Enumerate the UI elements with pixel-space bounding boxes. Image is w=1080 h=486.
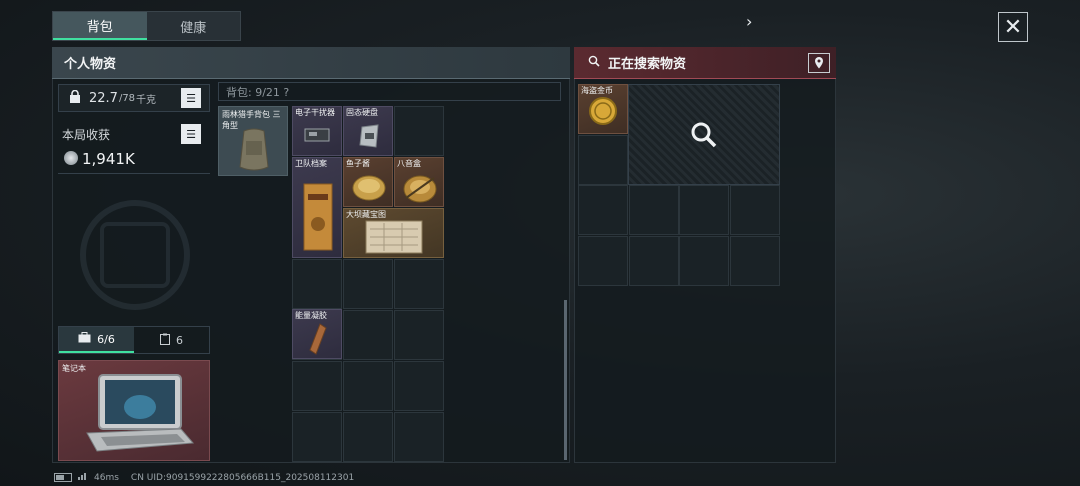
personal-supplies-title: 个人物资 bbox=[52, 47, 570, 79]
inventory-cell[interactable] bbox=[292, 412, 342, 462]
search-cell[interactable] bbox=[679, 235, 729, 286]
item-guard-file[interactable]: 卫队档案 bbox=[292, 157, 342, 258]
weight-list-icon[interactable]: ☰ bbox=[181, 88, 201, 108]
item-ssd[interactable]: 固态硬盘 bbox=[343, 106, 393, 156]
inventory-cell[interactable] bbox=[343, 412, 393, 462]
inventory-cell[interactable] bbox=[292, 361, 342, 411]
search-cell[interactable] bbox=[578, 185, 628, 235]
search-panel-title: 正在搜索物资 bbox=[608, 57, 687, 72]
search-cell[interactable] bbox=[729, 185, 780, 235]
search-cell[interactable] bbox=[729, 235, 780, 286]
backpack-capacity: 背包: 9/21 ? bbox=[218, 82, 561, 101]
backpack-scrollbar[interactable] bbox=[564, 300, 567, 460]
location-pin-icon[interactable] bbox=[808, 53, 830, 73]
signal-icon bbox=[78, 472, 88, 483]
status-bar: 46ms CN UID:9091599222805666B115_2025081… bbox=[54, 472, 354, 483]
backpack-equipped-slot[interactable]: 雨林猎手背包 三角型 bbox=[218, 106, 288, 176]
item-pirate-gold-coin[interactable]: 海盗金币 bbox=[578, 84, 628, 134]
search-cell[interactable] bbox=[628, 235, 679, 286]
item-energy-gel[interactable]: 能量凝胶 bbox=[292, 309, 342, 359]
battery-icon bbox=[54, 473, 72, 482]
inventory-cell[interactable] bbox=[343, 259, 393, 309]
uid-text: CN UID:9091599222805666B115_202508112301 bbox=[130, 472, 355, 483]
ping-value: 46ms bbox=[94, 472, 119, 483]
inventory-cell[interactable] bbox=[343, 361, 393, 411]
inventory-cell[interactable] bbox=[343, 310, 393, 360]
search-cell[interactable] bbox=[578, 235, 628, 286]
backpack-image bbox=[239, 128, 269, 171]
item-label: 大坝藏宝图 bbox=[346, 210, 386, 219]
close-button[interactable]: ✕ bbox=[998, 12, 1028, 42]
income-label: 本局收获 bbox=[62, 128, 111, 142]
weight-current: 22.7 bbox=[89, 90, 118, 106]
item-dam-treasure-map[interactable]: 大坝藏宝图 bbox=[343, 208, 444, 258]
guard-file-image bbox=[303, 183, 333, 251]
item-label: 卫队档案 bbox=[295, 159, 327, 168]
income-value: 1,941K bbox=[82, 150, 135, 168]
inventory-cell[interactable] bbox=[394, 310, 444, 360]
caviar-image bbox=[352, 175, 386, 201]
magnifier-icon bbox=[691, 122, 717, 147]
laptop-slot[interactable]: 笔记本 bbox=[58, 360, 210, 461]
music-box-image bbox=[403, 175, 437, 203]
search-cell[interactable] bbox=[679, 185, 729, 235]
emblem-inner bbox=[100, 222, 170, 288]
currency-icon bbox=[64, 151, 78, 165]
inventory-cell[interactable] bbox=[394, 361, 444, 411]
briefcase-icon bbox=[78, 332, 91, 346]
chevron-right-icon[interactable]: › bbox=[746, 12, 752, 31]
tab-clipboard[interactable]: 6 bbox=[134, 327, 209, 353]
searching-slot bbox=[628, 84, 780, 185]
income-list-icon[interactable]: ☰ bbox=[181, 124, 201, 144]
laptop-image bbox=[86, 374, 195, 452]
tab-health[interactable]: 健康 bbox=[147, 12, 241, 40]
search-icon bbox=[588, 55, 600, 71]
search-container-grid: 海盗金币 bbox=[578, 84, 780, 286]
clipboard-icon bbox=[160, 333, 170, 348]
clipboard-count: 6 bbox=[176, 333, 183, 347]
item-label: 电子干扰器 bbox=[295, 108, 335, 117]
top-tab-bar: 背包 健康 bbox=[52, 11, 241, 41]
ssd-image bbox=[359, 124, 379, 148]
inventory-cell[interactable] bbox=[394, 412, 444, 462]
case-count: 6/6 bbox=[97, 332, 115, 346]
item-music-box[interactable]: 八音盒 bbox=[394, 157, 444, 207]
lock-icon bbox=[69, 89, 81, 107]
item-label: 固态硬盘 bbox=[346, 108, 378, 117]
energy-gel-image bbox=[309, 323, 327, 355]
jammer-image bbox=[304, 128, 330, 142]
treasure-map-image bbox=[365, 220, 423, 254]
tab-case[interactable]: 6/6 bbox=[59, 327, 134, 353]
secure-container-tabs: 6/6 6 bbox=[58, 326, 210, 354]
search-panel-header: 正在搜索物资 bbox=[574, 47, 836, 79]
weight-max: /78 bbox=[118, 92, 136, 104]
search-cell[interactable] bbox=[628, 185, 679, 235]
item-label: 八音盒 bbox=[397, 159, 421, 168]
inventory-cell[interactable] bbox=[292, 259, 342, 309]
inventory-cell[interactable] bbox=[394, 259, 444, 309]
search-cell[interactable] bbox=[578, 134, 628, 185]
item-label: 海盗金币 bbox=[581, 86, 613, 95]
item-electronic-jammer[interactable]: 电子干扰器 bbox=[292, 106, 342, 156]
tab-backpack[interactable]: 背包 bbox=[53, 12, 147, 40]
item-label: 能量凝胶 bbox=[295, 311, 327, 320]
item-caviar[interactable]: 鱼子酱 bbox=[343, 157, 393, 207]
item-label: 鱼子酱 bbox=[346, 159, 370, 168]
weight-unit: 千克 bbox=[136, 94, 157, 106]
gold-coin-image bbox=[589, 97, 617, 125]
inventory-cell[interactable] bbox=[394, 106, 444, 156]
